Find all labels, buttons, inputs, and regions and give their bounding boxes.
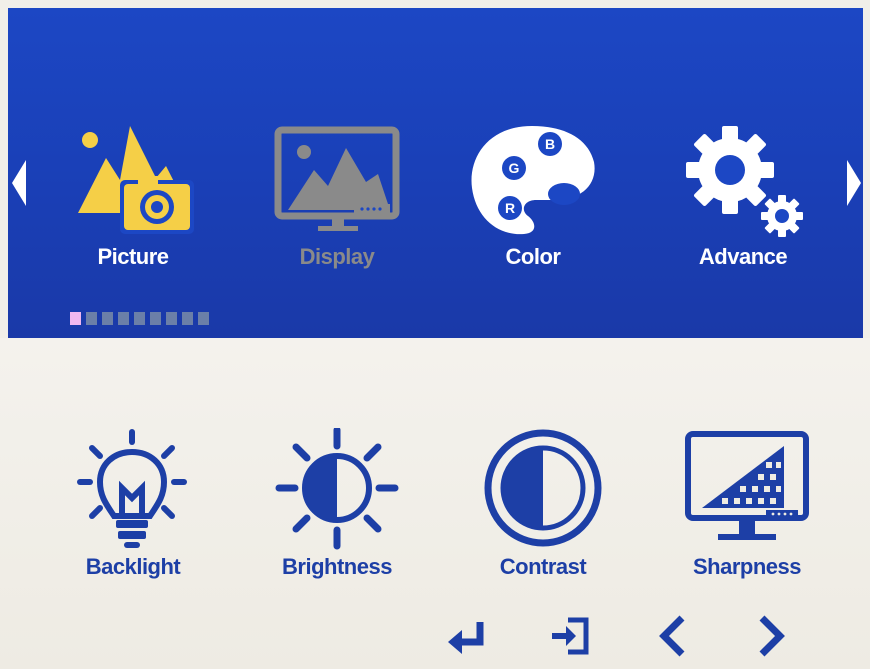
scroll-right-arrow-icon[interactable] [845, 158, 863, 208]
lightbulb-icon [77, 429, 187, 548]
gear-icon [686, 126, 803, 237]
contrast-circle-icon [484, 429, 602, 547]
page-dot [182, 312, 193, 325]
page-dot [86, 312, 97, 325]
submenu-item-label: Contrast [499, 554, 587, 579]
submenu-item-sharpness[interactable]: Sharpness [662, 428, 832, 588]
scroll-left-arrow-icon[interactable] [10, 158, 28, 208]
submenu-item-backlight[interactable]: Backlight [48, 428, 218, 588]
submenu-item-label: Brightness [282, 554, 392, 579]
menu-item-label: Display [299, 244, 375, 269]
page-dot [134, 312, 145, 325]
picture-camera-icon [78, 126, 194, 234]
osd-screen: Picture Display B G R Color Advance Back… [0, 0, 870, 669]
menu-item-advance[interactable]: Advance [668, 118, 818, 278]
color-palette-icon: B G R [471, 126, 595, 235]
palette-letter-b: B [545, 136, 555, 152]
submenu-item-label: Sharpness [693, 554, 802, 579]
submenu-item-contrast[interactable]: Contrast [458, 428, 628, 588]
palette-letter-g: G [509, 160, 520, 176]
enter-icon[interactable] [444, 612, 494, 660]
page-dot [198, 312, 209, 325]
page-dot [166, 312, 177, 325]
page-dot [102, 312, 113, 325]
chevron-right-icon[interactable] [746, 612, 796, 660]
page-dot [70, 312, 81, 325]
exit-icon[interactable] [546, 612, 596, 660]
page-dot [150, 312, 161, 325]
page-indicator [70, 312, 209, 326]
submenu-item-label: Backlight [85, 554, 181, 579]
palette-letter-r: R [505, 200, 515, 216]
menu-item-picture[interactable]: Picture [58, 118, 208, 278]
sharpness-monitor-icon [685, 431, 809, 540]
chevron-left-icon[interactable] [650, 612, 700, 660]
menu-item-color[interactable]: B G R Color [458, 118, 608, 278]
sun-half-icon [275, 428, 399, 550]
menu-item-label: Advance [698, 244, 788, 269]
page-dot [118, 312, 129, 325]
submenu-item-brightness[interactable]: Brightness [252, 428, 422, 588]
menu-item-display[interactable]: Display [262, 118, 412, 278]
display-monitor-icon [274, 126, 400, 231]
menu-item-label: Color [505, 244, 561, 269]
menu-item-label: Picture [97, 244, 169, 269]
